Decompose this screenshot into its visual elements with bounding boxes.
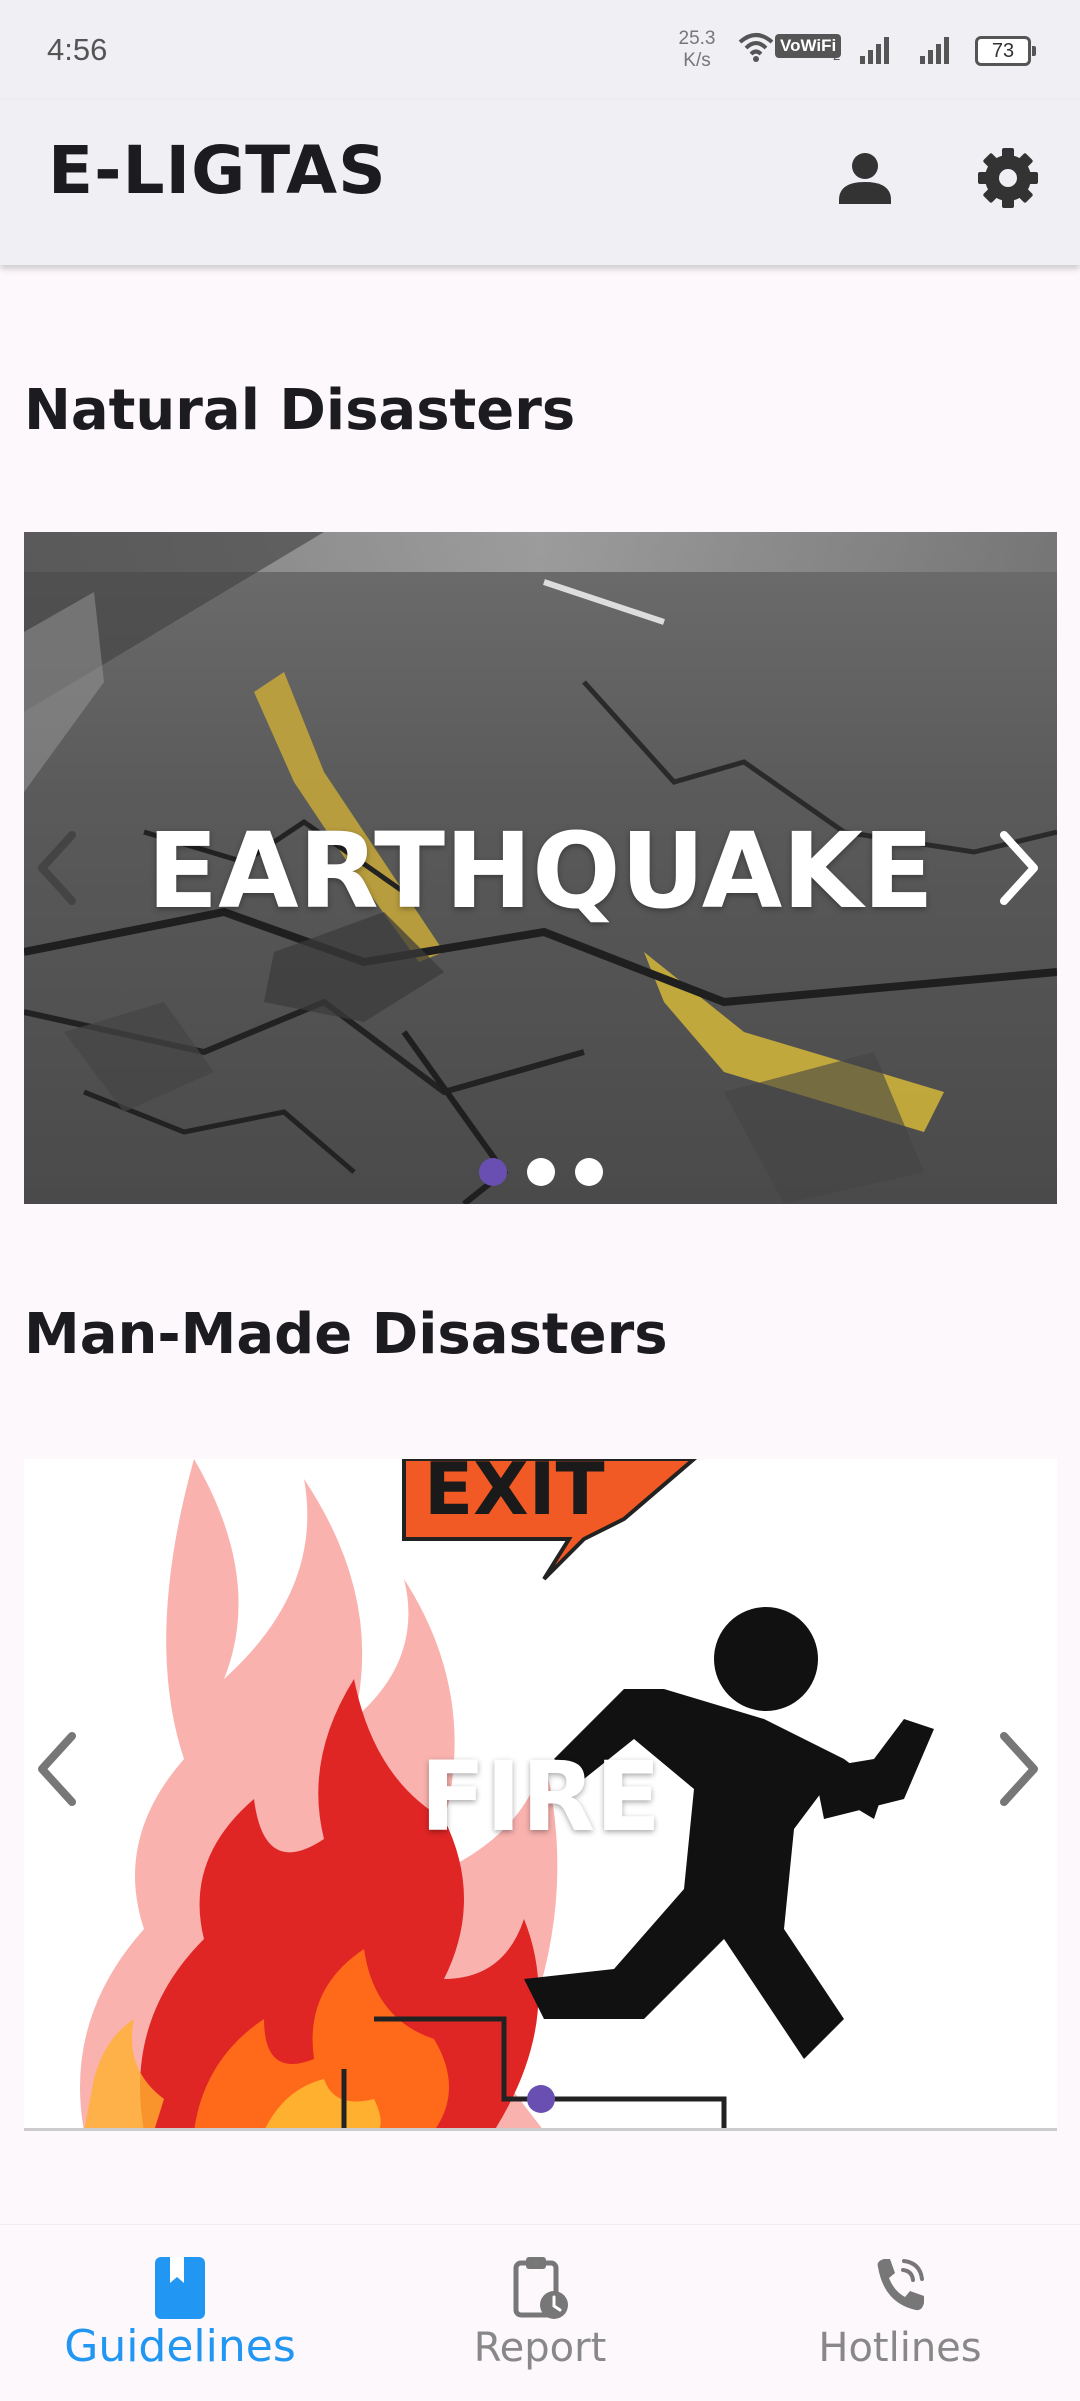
nav-label-report: Report [473,2325,607,2371]
nav-label-guidelines: Guidelines [64,2321,296,2372]
wifi-icon [738,33,774,62]
app-title: E-LIGTAS [48,132,387,209]
man-made-disasters-carousel[interactable]: EXIT FIRE [24,1459,1057,2131]
carousel-dot[interactable] [574,1158,603,1186]
status-bar: 4:56 25.3 K/s VoWiFi 2 73 [0,0,1080,100]
carousel-indicator [24,1158,1057,1190]
clipboard-clock-icon [513,2257,568,2319]
exit-sign-text: EXIT [424,1459,605,1531]
vowifi-sim-number: 2 [833,48,841,63]
status-time: 4:56 [47,32,108,67]
nav-item-report[interactable]: Report [360,2225,720,2401]
carousel-indicator [24,2085,1057,2117]
gear-icon [978,148,1038,208]
carousel-dot-active[interactable] [526,2085,555,2113]
nav-item-guidelines[interactable]: Guidelines [0,2225,360,2401]
fire-slide-label: FIRE [420,1741,661,1853]
network-speed-value: 25.3 [678,28,716,49]
next-slide-icon[interactable] [982,1724,1052,1814]
carousel-dot[interactable] [526,1158,555,1186]
settings-button[interactable] [968,138,1048,218]
man-made-disasters-heading: Man-Made Disasters [24,1302,668,1367]
earthquake-slide-label: EARTHQUAKE [147,810,934,932]
next-slide-icon[interactable] [982,823,1052,913]
signal-icon [860,37,889,64]
book-icon [155,2257,205,2319]
bottom-navigation: Guidelines Report Hotlines [0,2224,1080,2400]
network-speed-unit: K/s [683,50,711,71]
battery-icon: 73 [975,36,1036,66]
natural-disasters-carousel[interactable]: EARTHQUAKE [24,532,1057,1204]
battery-level: 73 [991,40,1015,62]
nav-item-hotlines[interactable]: Hotlines [720,2225,1080,2401]
phone-call-icon [877,2259,924,2311]
network-speed: 25.3 K/s [667,28,727,72]
person-icon [839,153,891,204]
nav-label-hotlines: Hotlines [818,2325,982,2371]
profile-button[interactable] [825,138,905,218]
app-bar: E-LIGTAS [0,100,1080,265]
carousel-dot-active[interactable] [478,1158,507,1186]
natural-disasters-heading: Natural Disasters [24,378,576,443]
vowifi-badge: VoWiFi [775,34,842,58]
signal-icon [920,37,949,64]
